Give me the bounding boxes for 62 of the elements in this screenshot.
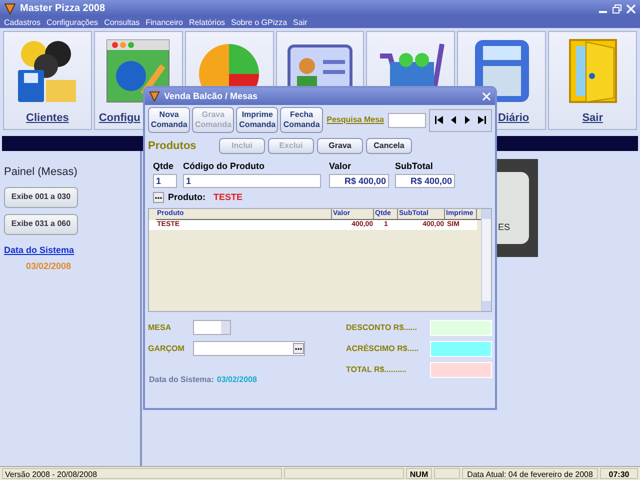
subtotal-field[interactable]: R$ 400,00 (395, 174, 455, 188)
close-icon[interactable] (626, 4, 636, 14)
last-icon (477, 116, 486, 124)
field-label: Qtde (153, 160, 175, 173)
next-icon (463, 116, 472, 124)
restore-icon[interactable] (612, 4, 622, 14)
menu-item[interactable]: Relatórios (189, 18, 226, 28)
ellipsis-button[interactable] (293, 343, 304, 354)
total-field[interactable] (430, 362, 492, 378)
status-panel: Versão 2008 - 20/08/2008 (2, 468, 282, 479)
scrollbar[interactable] (481, 209, 491, 311)
close-icon[interactable] (482, 92, 491, 101)
table-label: MESA (148, 322, 172, 334)
product-button[interactable]: Cancela (366, 138, 412, 154)
system-date: 03/02/2008 (216, 374, 257, 386)
toolbar-button[interactable]: Clientes (3, 31, 92, 130)
menu-item[interactable]: Sair (293, 18, 308, 28)
system-date: 03/02/2008 (25, 260, 72, 273)
product-code-field[interactable]: 1 (183, 174, 321, 188)
toolbar-button[interactable]: Sair (548, 31, 638, 130)
window-title: Master Pizza 2008 (20, 2, 106, 16)
command-button[interactable]: Imprime Comanda (236, 107, 278, 133)
total-label: TOTAL R$.......... (346, 364, 408, 376)
product-name: TESTE (214, 190, 243, 204)
waiter-label: GARÇOM (148, 342, 186, 354)
total-field[interactable] (430, 320, 492, 336)
tile-label: ES (497, 220, 512, 234)
status-panel: Data Atual: 04 de fevereiro de 2008 (462, 468, 598, 479)
menu-item[interactable]: Cadastros (4, 18, 40, 28)
quantity-field[interactable]: 1 (153, 174, 177, 188)
panel-button[interactable]: Exibe 001 a 030 (4, 186, 78, 208)
status-panel (434, 468, 460, 479)
total-label: ACRÉSCIMO R$..... (346, 343, 420, 355)
menu-item[interactable]: Financeiro (146, 18, 183, 28)
system-date-link[interactable]: Data do Sistema (4, 244, 140, 257)
ellipsis-button[interactable] (153, 192, 164, 203)
pizza-icon (149, 91, 160, 102)
field-label: Código do Produto (183, 160, 266, 173)
price-field[interactable]: R$ 400,00 (329, 174, 389, 188)
product-label: Produto: (168, 190, 206, 204)
status-panel: NUM (406, 468, 432, 479)
total-label: DESCONTO R$...... (346, 322, 418, 334)
menu-item[interactable]: Sobre o GPizza (231, 18, 288, 28)
previous-icon (449, 116, 458, 124)
panel-title: Painel (Mesas) (4, 165, 78, 180)
products-label: Produtos (148, 138, 198, 154)
system-date-label: Data do Sistema: (149, 374, 214, 386)
menu-item[interactable]: Configurações (46, 18, 98, 28)
search-label: Pesquisa Mesa (326, 114, 384, 126)
field-label: Valor (329, 160, 352, 173)
product-button[interactable]: Grava (317, 138, 363, 154)
command-button[interactable]: Nova Comanda (148, 107, 190, 133)
command-button[interactable]: Fecha Comanda (280, 107, 323, 133)
menu-item[interactable]: Consultas (104, 18, 140, 28)
field-label: SubTotal (395, 160, 434, 173)
search-field[interactable] (388, 112, 426, 128)
pizza-icon (4, 2, 16, 14)
first-icon (435, 116, 444, 124)
total-field[interactable] (430, 341, 492, 357)
waiter-field[interactable] (193, 341, 305, 356)
status-panel: 07:30 (600, 468, 638, 479)
panel-button[interactable]: Exibe 031 a 060 (4, 214, 78, 234)
